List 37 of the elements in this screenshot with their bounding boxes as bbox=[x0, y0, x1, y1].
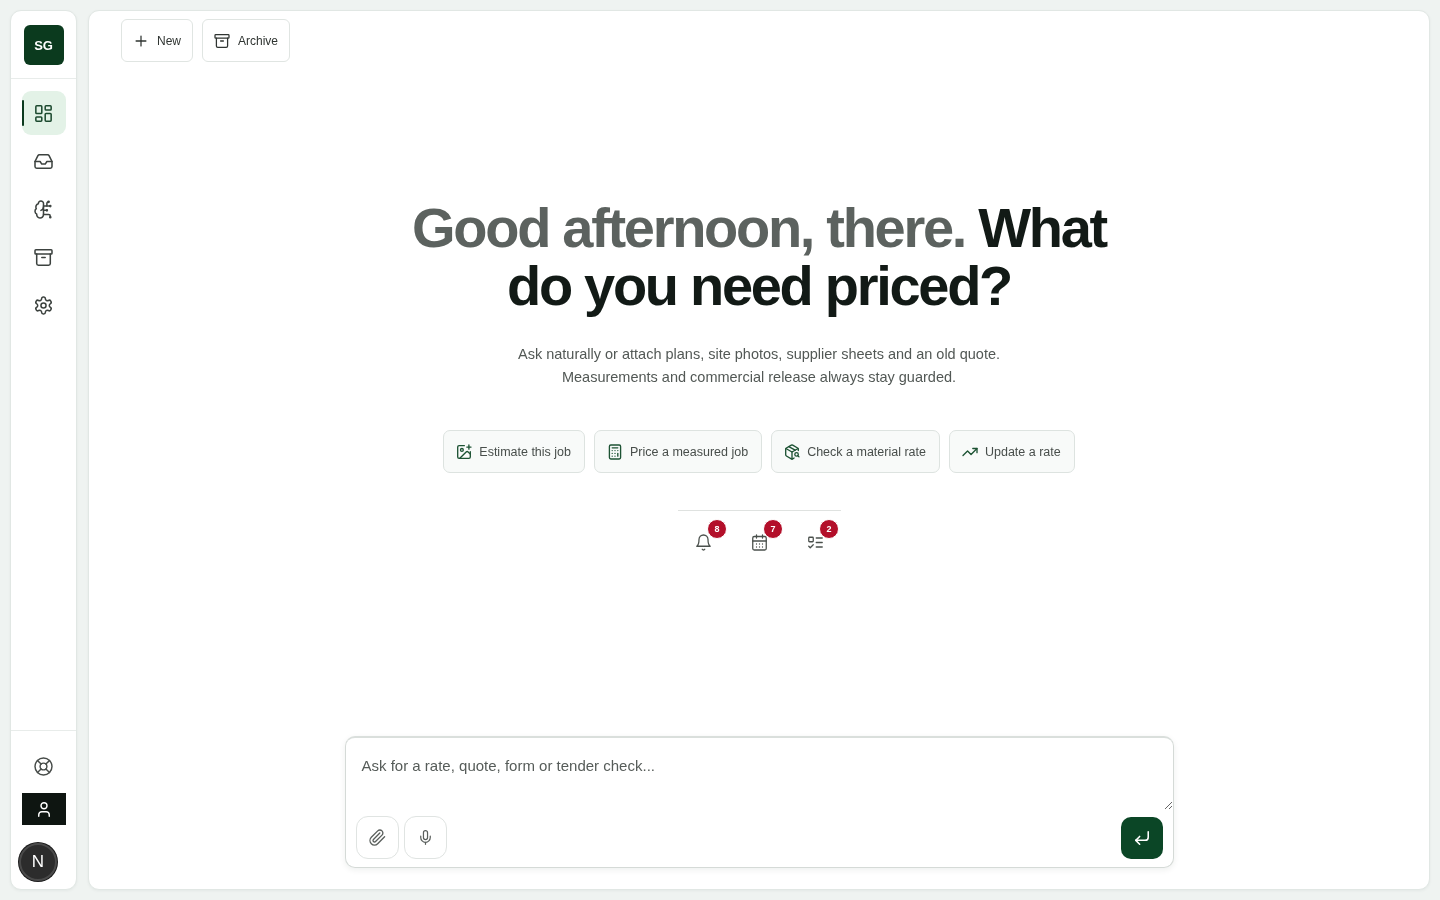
bell-icon bbox=[695, 534, 711, 550]
count-indicator: 8 bbox=[707, 519, 727, 539]
message-input[interactable]: Ask for a rate, quote, form or tender check... bbox=[345, 738, 1173, 810]
suggestion-button[interactable]: Estimate this job bbox=[443, 430, 585, 473]
new-button[interactable]: New bbox=[121, 19, 193, 62]
image-plus-icon bbox=[457, 444, 472, 459]
plus-icon bbox=[134, 33, 148, 48]
microphone-icon bbox=[417, 830, 433, 845]
inbox-icon bbox=[35, 152, 52, 170]
send-button[interactable] bbox=[1120, 816, 1163, 859]
app-logo[interactable]: SG bbox=[23, 25, 64, 65]
brain-circuit-icon bbox=[35, 200, 52, 218]
nav-item[interactable] bbox=[21, 91, 66, 135]
archive-button[interactable]: Archive bbox=[202, 19, 291, 62]
archive-icon bbox=[215, 33, 229, 48]
dashboard-icon bbox=[35, 104, 52, 122]
calendar-icon bbox=[751, 534, 767, 550]
account-button[interactable] bbox=[21, 793, 66, 825]
suggestion-button[interactable]: Update a rate bbox=[948, 430, 1075, 473]
calculator-icon bbox=[608, 444, 622, 459]
message-composer[interactable]: Ask for a rate, quote, form or tender check... bbox=[344, 736, 1174, 868]
hero-heading: Good afternoon, there. What do you need priced? bbox=[411, 199, 1108, 315]
paperclip-icon bbox=[369, 830, 385, 845]
lifebuoy-icon bbox=[35, 757, 52, 775]
archive-icon bbox=[35, 248, 52, 266]
hero-subtitle: Ask naturally or attach plans, site photos, supplier sheets and an old quote. Measurements and commercial release always stay guarded. bbox=[517, 345, 1001, 387]
attach-button[interactable] bbox=[355, 816, 399, 859]
checklist-icon bbox=[807, 534, 823, 550]
enter-arrow-icon bbox=[1134, 830, 1149, 845]
suggestion-button[interactable]: Price a measured job bbox=[594, 430, 763, 473]
microphone-button[interactable] bbox=[403, 816, 447, 859]
user-icon bbox=[37, 801, 50, 817]
suggestion-button[interactable]: Check a material rate bbox=[771, 430, 940, 473]
settings-icon bbox=[35, 296, 52, 314]
count-indicator: 2 bbox=[819, 519, 839, 539]
count-indicator: 7 bbox=[763, 519, 783, 539]
package-search-icon bbox=[785, 444, 800, 459]
